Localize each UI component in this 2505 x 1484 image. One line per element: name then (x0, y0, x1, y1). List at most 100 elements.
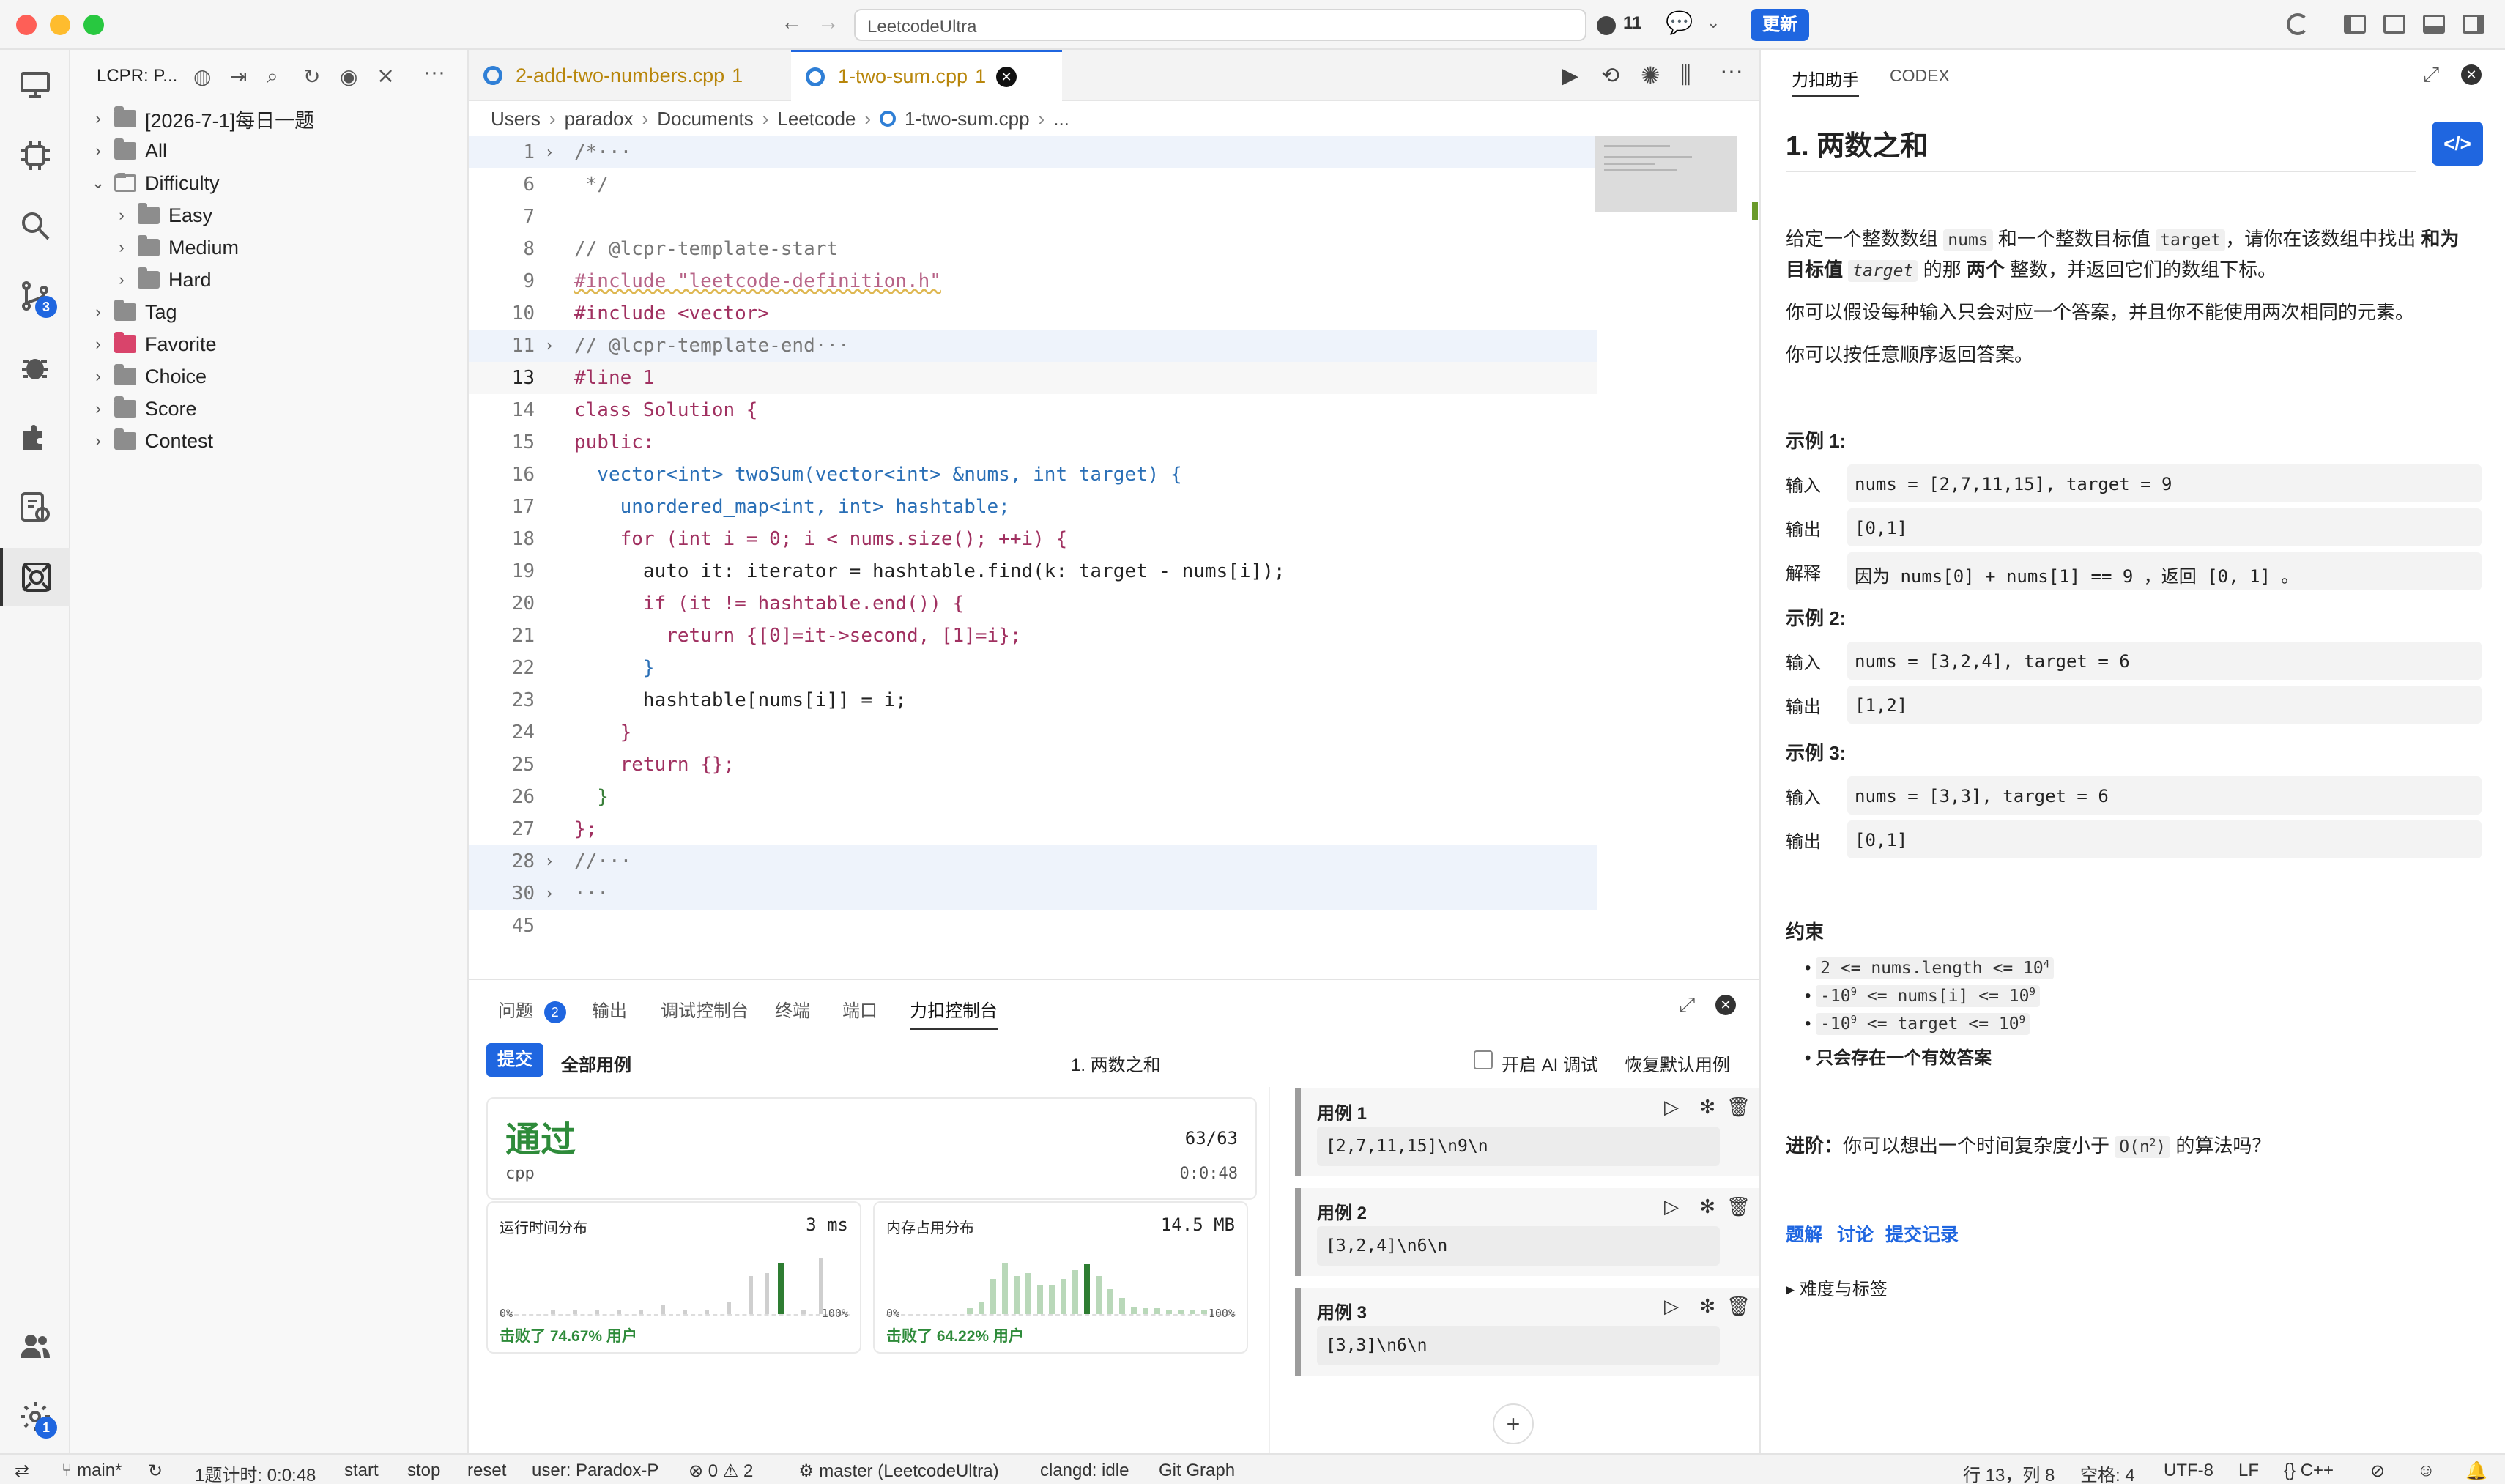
add-case-button[interactable]: + (1493, 1403, 1534, 1444)
close-tab-icon[interactable]: ✕ (996, 66, 1017, 87)
timer-stop-button[interactable]: stop (407, 1461, 440, 1481)
debug-icon[interactable] (0, 337, 70, 396)
minimap[interactable] (1595, 136, 1737, 212)
tab-output[interactable]: 输出 (592, 996, 627, 1022)
tab-two-sum[interactable]: 1-two-sum.cpp 1 ✕ (791, 50, 1062, 101)
debug-case-icon[interactable]: ✻ (1699, 1096, 1715, 1118)
breadcrumb-item[interactable]: Documents (657, 108, 754, 130)
tree-item-favorite[interactable]: › Favorite (88, 328, 217, 360)
fold-chevron-icon[interactable]: › (535, 337, 564, 355)
timer-reset-button[interactable]: reset (467, 1461, 506, 1481)
accounts-icon[interactable] (0, 1317, 70, 1376)
solutions-link[interactable]: 题解 (1786, 1220, 1822, 1247)
breadcrumb-item[interactable]: ... (1053, 108, 1069, 130)
close-window-button[interactable] (16, 15, 37, 35)
testing-icon[interactable] (0, 478, 70, 536)
close-panel-icon[interactable]: ✕ (1715, 995, 1736, 1015)
leetcode-icon[interactable] (0, 548, 70, 606)
clangd-status[interactable]: clangd: idle (1040, 1461, 1129, 1481)
tree-item-difficulty[interactable]: ⌄ Difficulty (88, 167, 220, 199)
search-icon[interactable] (0, 196, 70, 255)
code-view-button[interactable]: </> (2432, 122, 2483, 166)
more-actions-icon[interactable]: ··· (1720, 57, 1743, 84)
toggle-primary-sidebar-icon[interactable] (2344, 15, 2366, 34)
tab-leetcode-assistant[interactable]: 力扣助手 (1792, 66, 1859, 97)
tree-item-choice[interactable]: › Choice (88, 360, 207, 393)
maximize-pane-icon[interactable]: ⤢ (2423, 63, 2439, 87)
tree-item-medium[interactable]: › Medium (111, 231, 239, 264)
fold-chevron-icon[interactable]: › (535, 853, 564, 871)
refresh-icon[interactable]: ↻ (303, 64, 320, 89)
debug-case-icon[interactable]: ✻ (1699, 1295, 1715, 1318)
update-button[interactable]: 更新 (1751, 9, 1809, 41)
extensions-icon[interactable] (0, 407, 70, 466)
cursor-position[interactable]: 行 13，列 8 (1963, 1461, 2055, 1484)
toggle-secondary-sidebar-icon[interactable] (2463, 15, 2484, 34)
test-case-input[interactable]: [2,7,11,15]\n9\n (1317, 1127, 1720, 1166)
settings-gear-icon[interactable]: 1 (0, 1387, 70, 1446)
more-actions-icon[interactable]: ··· (423, 60, 445, 85)
git-master-indicator[interactable]: ⚙ master (LeetcodeUltra) (798, 1461, 999, 1482)
branch-indicator[interactable]: ⑂ main* (62, 1461, 122, 1481)
explorer-icon[interactable] (0, 56, 70, 114)
copilot-icon[interactable]: ☺ (2417, 1461, 2435, 1481)
tab-add-two-numbers[interactable]: 2-add-two-numbers.cpp 1 (469, 50, 791, 101)
breadcrumb-item[interactable]: paradox (565, 108, 634, 130)
chat-icon[interactable]: 💬 (1666, 10, 1693, 36)
submissions-link[interactable]: 提交记录 (1885, 1220, 1959, 1247)
minimize-window-button[interactable] (50, 15, 70, 35)
difficulty-tags-toggle[interactable]: ▸ 难度与标签 (1786, 1275, 1888, 1300)
tree-item-score[interactable]: › Score (88, 393, 197, 425)
close-pane-icon[interactable]: ✕ (2461, 64, 2482, 85)
restore-default-cases-button[interactable]: 恢复默认用例 (1625, 1050, 1730, 1076)
sign-in-icon[interactable]: ⇥ (230, 64, 247, 89)
fold-chevron-icon[interactable]: › (535, 885, 564, 903)
maximize-panel-icon[interactable]: ⤢ (1679, 993, 1695, 1017)
tree-item-contest[interactable]: › Contest (88, 425, 213, 457)
tab-terminal[interactable]: 终端 (775, 996, 810, 1022)
user-indicator[interactable]: user: Paradox-P (532, 1461, 658, 1481)
delete-case-icon[interactable]: 🗑 (1726, 1295, 1751, 1318)
breadcrumb-item[interactable]: 1-two-sum.cpp (905, 108, 1030, 130)
tab-problems[interactable]: 问题 2 (498, 996, 566, 1023)
collapse-all-icon[interactable]: ⨯ (376, 63, 395, 89)
theme-icon[interactable] (2287, 13, 2309, 35)
tree-item-tag[interactable]: › Tag (88, 296, 177, 328)
tree-item-easy[interactable]: › Easy (111, 199, 212, 231)
git-graph-button[interactable]: Git Graph (1159, 1461, 1235, 1481)
tab-debug-console[interactable]: 调试控制台 (661, 996, 749, 1022)
ai-icon[interactable]: ✺ (1641, 62, 1660, 89)
tree-item-all[interactable]: › All (88, 135, 167, 167)
indentation-indicator[interactable]: 空格: 4 (2080, 1461, 2135, 1484)
tab-ports[interactable]: 端口 (842, 996, 877, 1022)
run-icon[interactable]: ▶ (1562, 63, 1578, 89)
code-editor[interactable]: 1 ›/*··· 6 */ 7 8// @lcpr-template-start … (469, 136, 1759, 979)
history-icon[interactable]: ⟲ (1601, 63, 1619, 89)
zoom-window-button[interactable] (84, 15, 104, 35)
globe-icon[interactable]: ◍ (193, 64, 211, 89)
tree-item-hard[interactable]: › Hard (111, 264, 212, 296)
delete-case-icon[interactable]: 🗑 (1726, 1096, 1751, 1118)
problems-indicator[interactable]: ⊗ 0 ⚠ 2 (689, 1461, 753, 1482)
remote-indicator-icon[interactable]: ⇄ (15, 1461, 29, 1482)
test-case-input[interactable]: [3,2,4]\n6\n (1317, 1226, 1720, 1266)
forward-arrow-icon[interactable]: → (817, 10, 839, 35)
toggle-panel-icon[interactable] (2423, 15, 2445, 34)
tree-item-daily[interactable]: › [2026-7-1]每日一题 (88, 103, 314, 135)
split-editor-icon[interactable]: ⫼ (1680, 62, 1691, 89)
compass-icon[interactable]: ◉ (340, 64, 357, 89)
run-case-icon[interactable]: ▷ (1664, 1195, 1679, 1218)
encoding-indicator[interactable]: UTF-8 (2164, 1461, 2213, 1481)
discussion-link[interactable]: 讨论 (1837, 1220, 1874, 1247)
source-control-icon[interactable]: 3 (0, 267, 70, 325)
run-case-icon[interactable]: ▷ (1664, 1295, 1679, 1318)
ai-debug-checkbox[interactable] (1474, 1050, 1493, 1069)
eol-indicator[interactable]: LF (2238, 1461, 2259, 1481)
all-cases-button[interactable]: 全部用例 (561, 1050, 631, 1076)
back-arrow-icon[interactable]: ← (781, 10, 803, 35)
sync-icon[interactable]: ↻ (148, 1461, 163, 1482)
breadcrumb-item[interactable]: Leetcode (777, 108, 856, 130)
timer-start-button[interactable]: start (344, 1461, 379, 1481)
notifications-bell-icon[interactable]: 🔔 (2465, 1461, 2487, 1482)
fold-chevron-icon[interactable]: › (535, 144, 564, 162)
